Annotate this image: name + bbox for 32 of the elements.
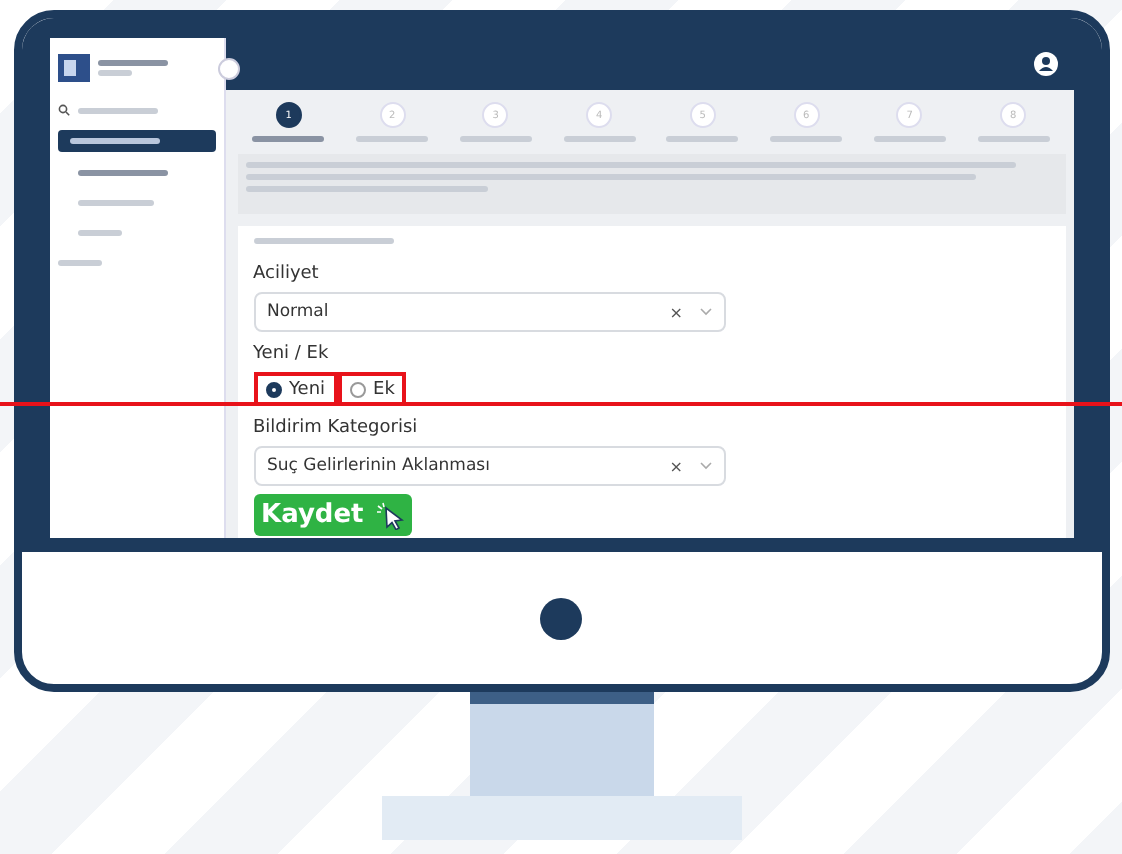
save-button[interactable]: Kaydet xyxy=(253,494,412,536)
text-line-placeholder xyxy=(252,136,325,142)
text-line-placeholder xyxy=(77,169,167,175)
text-line-placeholder xyxy=(356,136,429,142)
text-line-placeholder xyxy=(666,136,739,142)
text-line-placeholder xyxy=(77,107,157,113)
clear-button[interactable]: × xyxy=(669,457,683,475)
text-line-placeholder xyxy=(563,136,636,142)
text-line-placeholder xyxy=(97,70,133,76)
dropdown-field[interactable]: Suç Gelirlerinin Aklanması × xyxy=(253,446,725,486)
text-line-placeholder xyxy=(770,136,843,142)
text-line-placeholder xyxy=(977,136,1050,142)
radio-button[interactable] xyxy=(349,381,366,397)
text-line-placeholder xyxy=(77,229,121,235)
field-label: Bildirim Kategorisi xyxy=(253,418,418,438)
text-line-placeholder xyxy=(873,136,946,142)
field-label: Yeni / Ek xyxy=(253,344,329,364)
text-line-placeholder xyxy=(77,199,153,205)
caret-icon xyxy=(699,308,711,316)
sidebar-item[interactable] xyxy=(57,130,215,152)
text-line-placeholder xyxy=(459,136,532,142)
text-line-placeholder xyxy=(97,60,168,66)
user-icon[interactable] xyxy=(1033,52,1057,76)
search-icon xyxy=(57,104,69,116)
cursor-icon xyxy=(375,501,404,529)
dropdown-field[interactable]: Normal × xyxy=(253,292,725,332)
text-line-placeholder xyxy=(253,238,393,244)
caret-icon xyxy=(699,462,711,470)
clear-button[interactable]: × xyxy=(669,303,683,321)
field-label: Aciliyet xyxy=(253,264,319,284)
logo-icon xyxy=(57,54,89,82)
text-line-placeholder xyxy=(57,259,101,265)
